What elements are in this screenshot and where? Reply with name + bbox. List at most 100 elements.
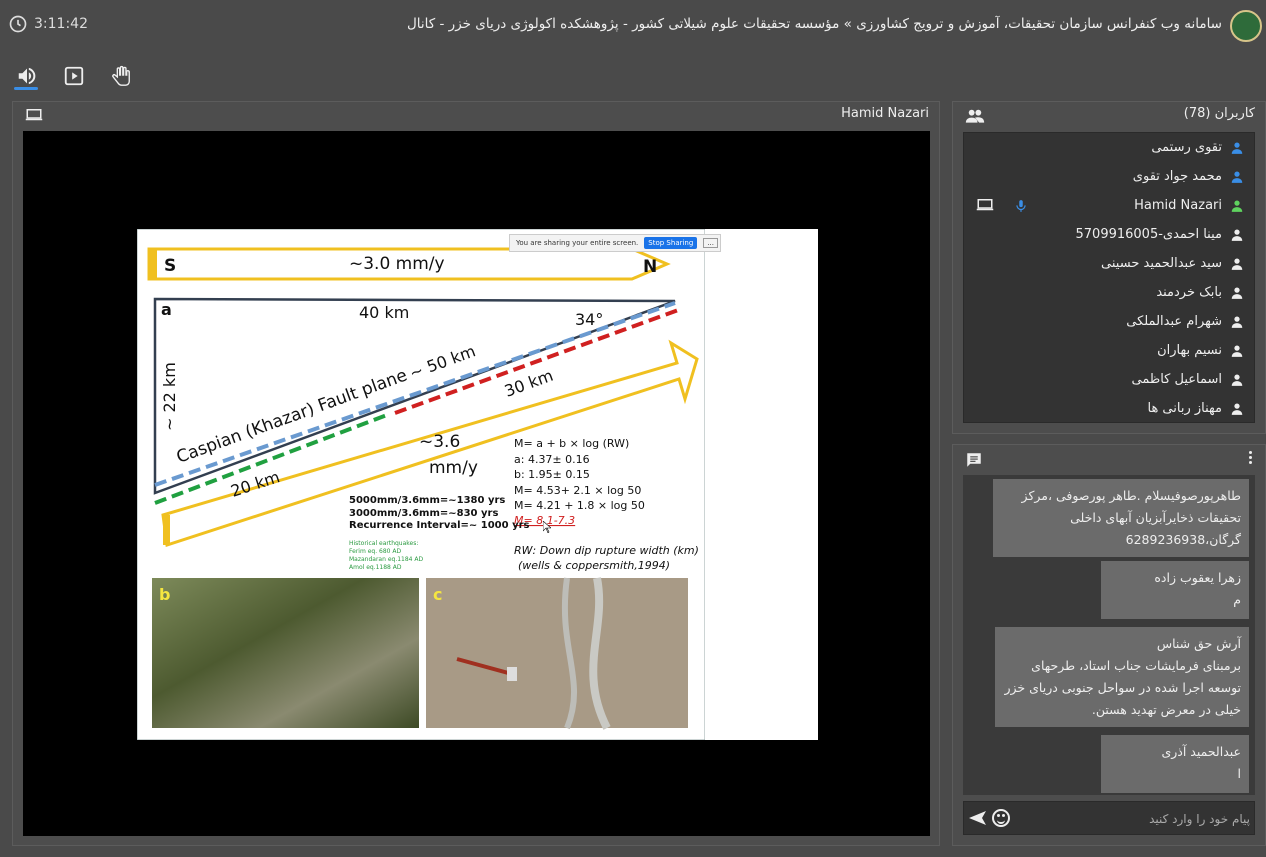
historical-3: Amol eq.1188 AD xyxy=(349,564,402,571)
message-text: ا xyxy=(1237,766,1241,781)
shared-slide: You are sharing your entire screen. Stop… xyxy=(136,228,818,741)
chat-options-icon[interactable] xyxy=(1249,451,1253,465)
user-item[interactable]: شهرام عبدالملکی xyxy=(964,307,1254,336)
user-name: تقوی رستمی xyxy=(1151,140,1222,155)
present-button[interactable] xyxy=(60,62,88,90)
presenter-name: Hamid Nazari xyxy=(841,106,929,121)
rate-bottom-2: mm/y xyxy=(429,458,478,478)
user-name: بابک خردمند xyxy=(1156,285,1222,300)
historical-title: Historical earthquakes: xyxy=(349,540,418,547)
person-icon xyxy=(1231,344,1243,357)
users-list: تقوی رستمی محمد جواد تقوی Hamid Nazari مینا… xyxy=(963,132,1255,423)
chat-message: آرش حق شناس برمبنای فرمایشات جناب استاد،… xyxy=(995,627,1249,727)
speaker-icon xyxy=(18,67,36,85)
microphone-icon xyxy=(1016,200,1026,212)
user-name: محمد جواد تقوی xyxy=(1132,169,1222,184)
angle-label: 34° xyxy=(575,310,603,329)
rate-bottom-1: ~3.6 xyxy=(419,432,460,452)
length-40: 40 km xyxy=(359,303,409,322)
equation-5: M= 4.21 + 1.8 × log 50 xyxy=(514,499,645,512)
clock-icon xyxy=(9,15,27,33)
person-icon xyxy=(1231,402,1243,415)
user-item[interactable]: اسماعیل کاظمی xyxy=(964,365,1254,394)
chat-panel: طاهرپورصوفیسلام .طاهر پورصوفی ،مرکز تحقی… xyxy=(952,444,1266,846)
rw-note-2: (wells & coppersmith,1994) xyxy=(518,559,670,572)
user-name: نسیم بهاران xyxy=(1157,343,1222,358)
message-text: برمبنای فرمایشات جناب استاد، طرحهای توسع… xyxy=(1004,658,1242,717)
raise-hand-button[interactable] xyxy=(107,62,135,90)
user-name: مهناز ربانی ها xyxy=(1147,401,1222,416)
chat-messages: طاهرپورصوفیسلام .طاهر پورصوفی ،مرکز تحقی… xyxy=(963,475,1255,795)
message-author: آرش حق شناس xyxy=(1156,636,1241,651)
chat-input-bar xyxy=(963,801,1255,835)
equation-4: M= 4.53+ 2.1 × log 50 xyxy=(514,484,641,497)
user-item[interactable]: نسیم بهاران xyxy=(964,336,1254,365)
rw-note-1: RW: Down dip rupture width (km) xyxy=(514,544,699,557)
label-north: N xyxy=(643,257,657,277)
users-header: کاربران (78) xyxy=(953,102,1265,130)
chat-icon[interactable] xyxy=(965,451,983,469)
recurrence-3: Recurrence Interval=~ 1000 yrs xyxy=(349,520,530,531)
equation-3: b: 1.95± 0.15 xyxy=(514,468,590,481)
person-icon xyxy=(1231,199,1243,212)
person-icon xyxy=(1231,170,1243,183)
chat-message: عبدالحمید آذری ا xyxy=(1101,735,1249,793)
stop-sharing-button[interactable]: Stop Sharing xyxy=(644,237,698,249)
rate-top: ~3.0 mm/y xyxy=(349,254,445,274)
person-icon xyxy=(1231,315,1243,328)
historical-1: Ferim eq. 680 AD xyxy=(349,548,401,555)
user-name: سید عبدالحمید حسینی xyxy=(1101,256,1222,271)
user-item[interactable]: مهناز ربانی ها xyxy=(964,394,1254,422)
historical-2: Mazandaran eq.1184 AD xyxy=(349,556,424,563)
message-author: عبدالحمید آذری xyxy=(1161,744,1241,759)
user-name: شهرام عبدالملکی xyxy=(1126,314,1222,329)
organization-logo xyxy=(1230,10,1262,42)
label-c: c xyxy=(433,585,442,604)
audio-button[interactable] xyxy=(13,62,41,90)
person-icon xyxy=(1231,286,1243,299)
user-item[interactable]: محمد جواد تقوی xyxy=(964,162,1254,191)
user-name: Hamid Nazari xyxy=(1134,198,1222,213)
person-icon xyxy=(1231,373,1243,386)
person-icon xyxy=(1231,228,1243,241)
screen-sharing-icon xyxy=(976,199,994,211)
users-panel: کاربران (78) تقوی رستمی محمد جواد تقوی Ham… xyxy=(952,101,1266,434)
user-item[interactable]: تقوی رستمی xyxy=(964,133,1254,162)
play-screen-icon xyxy=(64,66,84,86)
user-name: اسماعیل کاظمی xyxy=(1131,372,1223,387)
presentation-panel: Hamid Nazari You are sharing your entire… xyxy=(12,101,940,846)
screen-share-stage: You are sharing your entire screen. Stop… xyxy=(23,131,930,836)
message-text: م xyxy=(1233,592,1241,607)
users-title: کاربران (78) xyxy=(1183,106,1255,121)
emoji-icon[interactable] xyxy=(992,809,1010,827)
chat-message: زهرا یعقوب زاده م xyxy=(1101,561,1249,619)
user-status-icons xyxy=(976,198,1028,214)
presentation-header: Hamid Nazari xyxy=(13,102,939,128)
recurrence-2: 3000mm/3.6mm=~830 yrs xyxy=(349,508,498,519)
screen-share-icon[interactable] xyxy=(25,108,43,122)
chat-message: طاهرپورصوفیسلام .طاهر پورصوفی ،مرکز تحقی… xyxy=(993,479,1249,557)
label-b: b xyxy=(159,585,170,604)
share-more-button[interactable]: ... xyxy=(703,238,718,248)
users-icon[interactable] xyxy=(965,108,985,124)
top-bar: 3:11:42 سامانه وب کنفرانس سازمان تحقیقات… xyxy=(0,0,1266,50)
recurrence-1: 5000mm/3.6mm=~1380 yrs xyxy=(349,495,505,506)
equation-2: a: 4.37± 0.16 xyxy=(514,453,590,466)
user-item[interactable]: مینا احمدی-5709916005 xyxy=(964,220,1254,249)
share-message: You are sharing your entire screen. xyxy=(516,239,639,247)
depth-label: ~ 22 km xyxy=(160,362,179,431)
chat-message-input[interactable] xyxy=(1020,806,1250,832)
screen-share-notification: You are sharing your entire screen. Stop… xyxy=(509,234,721,252)
label-south: S xyxy=(164,256,176,276)
hand-icon xyxy=(112,65,130,86)
label-a: a xyxy=(161,300,172,319)
timer-text: 3:11:42 xyxy=(34,16,88,32)
user-item[interactable]: Hamid Nazari xyxy=(964,191,1254,220)
user-item[interactable]: سید عبدالحمید حسینی xyxy=(964,249,1254,278)
user-item[interactable]: بابک خردمند xyxy=(964,278,1254,307)
equation-1: M= a + b × log (RW) xyxy=(514,437,629,450)
send-icon[interactable] xyxy=(968,810,988,826)
fault-diagram: S N ~3.0 mm/y a 40 km 34° ~ 22 km Caspia… xyxy=(136,228,818,741)
active-indicator xyxy=(14,87,38,90)
user-name: مینا احمدی-5709916005 xyxy=(1075,227,1222,242)
